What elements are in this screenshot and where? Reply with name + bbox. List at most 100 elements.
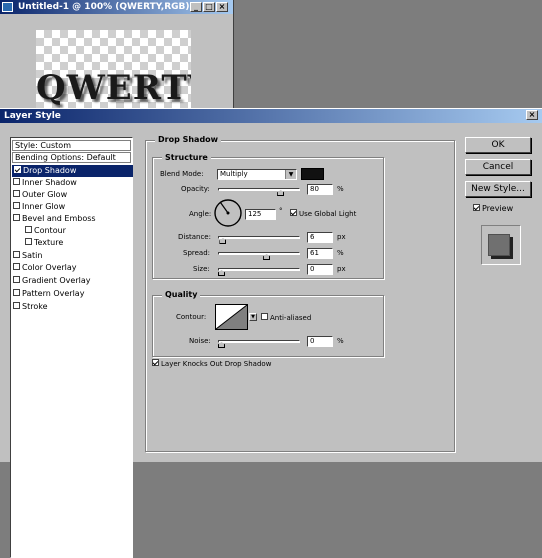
minimize-button[interactable]: _ — [190, 2, 202, 12]
style-list-item-bevel-emboss[interactable]: Bevel and Emboss — [13, 213, 96, 225]
preview-checkbox[interactable] — [473, 204, 480, 211]
maximize-button[interactable]: □ — [203, 2, 215, 12]
satin-checkbox[interactable] — [13, 251, 20, 258]
size-input[interactable]: 0 — [307, 264, 333, 275]
anti-aliased-row[interactable]: Anti-aliased — [261, 313, 311, 323]
contour-picker[interactable] — [215, 304, 248, 330]
knockout-label: Layer Knocks Out Drop Shadow — [161, 360, 272, 368]
spread-slider-thumb[interactable] — [263, 254, 271, 260]
contour-checkbox[interactable] — [25, 226, 32, 233]
noise-slider-thumb[interactable] — [218, 342, 225, 348]
opacity-label: Opacity: — [181, 185, 210, 193]
size-label: Size: — [193, 265, 210, 273]
gradient-overlay-checkbox[interactable] — [13, 276, 20, 283]
blend-mode-label: Blend Mode: — [160, 170, 204, 178]
style-list: Style: Custom Bending Options: Default D… — [10, 137, 133, 558]
list-item-label: Bending Options: Default — [15, 153, 116, 162]
style-preview-box — [481, 225, 521, 265]
blend-mode-select[interactable]: Multiply ▼ — [217, 169, 297, 180]
list-item-label: Drop Shadow — [23, 166, 77, 175]
new-style-button[interactable]: New Style... — [465, 181, 531, 197]
noise-input[interactable]: 0 — [307, 336, 333, 347]
style-list-item-texture[interactable]: Texture — [25, 237, 63, 249]
document-title: Untitled-1 @ 100% (QWERTY,RGB) — [18, 2, 190, 12]
pattern-overlay-checkbox[interactable] — [13, 289, 20, 296]
canvas-text-layer: QWERTY — [36, 68, 191, 108]
style-list-item-color-overlay[interactable]: Color Overlay — [13, 262, 77, 274]
opacity-input[interactable]: 80 — [307, 184, 333, 195]
anti-aliased-checkbox[interactable] — [261, 313, 268, 320]
knockout-checkbox[interactable] — [152, 359, 159, 366]
spread-unit: % — [337, 249, 344, 257]
inner-shadow-checkbox[interactable] — [13, 178, 20, 185]
use-global-light-row[interactable]: Use Global Light — [290, 209, 356, 219]
distance-slider-thumb[interactable] — [219, 238, 227, 244]
spread-slider[interactable] — [218, 252, 300, 260]
texture-checkbox[interactable] — [25, 238, 32, 245]
size-unit: px — [337, 265, 346, 273]
preview-label: Preview — [482, 204, 514, 213]
list-item-label: Pattern Overlay — [22, 289, 85, 298]
style-list-item-contour[interactable]: Contour — [25, 225, 66, 237]
knockout-row[interactable]: Layer Knocks Out Drop Shadow — [152, 359, 271, 369]
use-global-light-checkbox[interactable] — [290, 209, 297, 216]
size-slider[interactable] — [218, 268, 300, 276]
list-item-label: Bevel and Emboss — [22, 214, 96, 223]
angle-unit: ° — [279, 207, 283, 215]
chevron-down-icon: ▼ — [285, 170, 296, 179]
style-list-item-inner-glow[interactable]: Inner Glow — [13, 201, 65, 213]
list-item-label: Stroke — [22, 302, 48, 311]
preview-row[interactable]: Preview — [473, 204, 513, 214]
drop-shadow-title: Drop Shadow — [155, 135, 222, 145]
style-list-item-inner-shadow[interactable]: Inner Shadow — [13, 177, 77, 189]
dialog-close-button[interactable]: × — [526, 110, 538, 120]
style-list-item-pattern-overlay[interactable]: Pattern Overlay — [13, 288, 84, 300]
document-title-bar[interactable]: Untitled-1 @ 100% (QWERTY,RGB) _ □ × — [0, 0, 233, 14]
inner-glow-checkbox[interactable] — [13, 202, 20, 209]
dialog-title: Layer Style — [4, 111, 61, 121]
distance-slider[interactable] — [218, 236, 300, 244]
outer-glow-checkbox[interactable] — [13, 190, 20, 197]
contour-dropdown-arrow-icon[interactable]: ▼ — [249, 313, 257, 321]
style-list-item-style[interactable]: Style: Custom — [12, 140, 131, 151]
style-list-item-outer-glow[interactable]: Outer Glow — [13, 189, 67, 201]
list-item-label: Inner Shadow — [22, 178, 77, 187]
style-list-item-blending-options[interactable]: Bending Options: Default — [12, 152, 131, 163]
ok-button[interactable]: OK — [465, 137, 531, 153]
style-list-item-drop-shadow[interactable]: Drop Shadow — [12, 165, 133, 177]
size-slider-thumb[interactable] — [218, 270, 225, 276]
photoshop-app-icon — [2, 2, 13, 12]
opacity-slider-thumb[interactable] — [277, 190, 285, 196]
close-button[interactable]: × — [216, 2, 228, 12]
shadow-color-swatch[interactable] — [301, 168, 324, 180]
layer-style-dialog: Layer Style × Style: Custom Bending Opti… — [0, 108, 542, 558]
style-list-item-stroke[interactable]: Stroke — [13, 301, 48, 313]
spread-label: Spread: — [183, 249, 211, 257]
angle-input[interactable]: 125 — [245, 209, 276, 220]
document-window: Untitled-1 @ 100% (QWERTY,RGB) _ □ × QWE… — [0, 0, 234, 108]
anti-aliased-label: Anti-aliased — [270, 314, 312, 322]
noise-slider[interactable] — [218, 340, 300, 348]
dialog-title-bar[interactable]: Layer Style × — [0, 109, 542, 123]
contour-curve-icon — [215, 304, 248, 330]
use-global-light-label: Use Global Light — [299, 210, 357, 218]
stroke-checkbox[interactable] — [13, 302, 20, 309]
structure-title: Structure — [162, 153, 211, 163]
distance-input[interactable]: 6 — [307, 232, 333, 243]
color-overlay-checkbox[interactable] — [13, 263, 20, 270]
list-item-label: Style: Custom — [15, 141, 71, 150]
bevel-emboss-checkbox[interactable] — [13, 214, 20, 221]
list-item-label: Texture — [34, 238, 64, 247]
blend-mode-value: Multiply — [220, 170, 248, 178]
opacity-slider[interactable] — [218, 188, 300, 196]
transparent-canvas[interactable]: QWERTY — [36, 30, 191, 108]
angle-dial-icon[interactable] — [213, 198, 243, 228]
drop-shadow-checkbox[interactable] — [14, 166, 21, 173]
cancel-button[interactable]: Cancel — [465, 159, 531, 175]
style-list-item-gradient-overlay[interactable]: Gradient Overlay — [13, 275, 90, 287]
style-list-item-satin[interactable]: Satin — [13, 250, 42, 262]
distance-label: Distance: — [178, 233, 211, 241]
noise-label: Noise: — [189, 337, 211, 345]
spread-input[interactable]: 61 — [307, 248, 333, 259]
list-item-label: Inner Glow — [22, 202, 66, 211]
